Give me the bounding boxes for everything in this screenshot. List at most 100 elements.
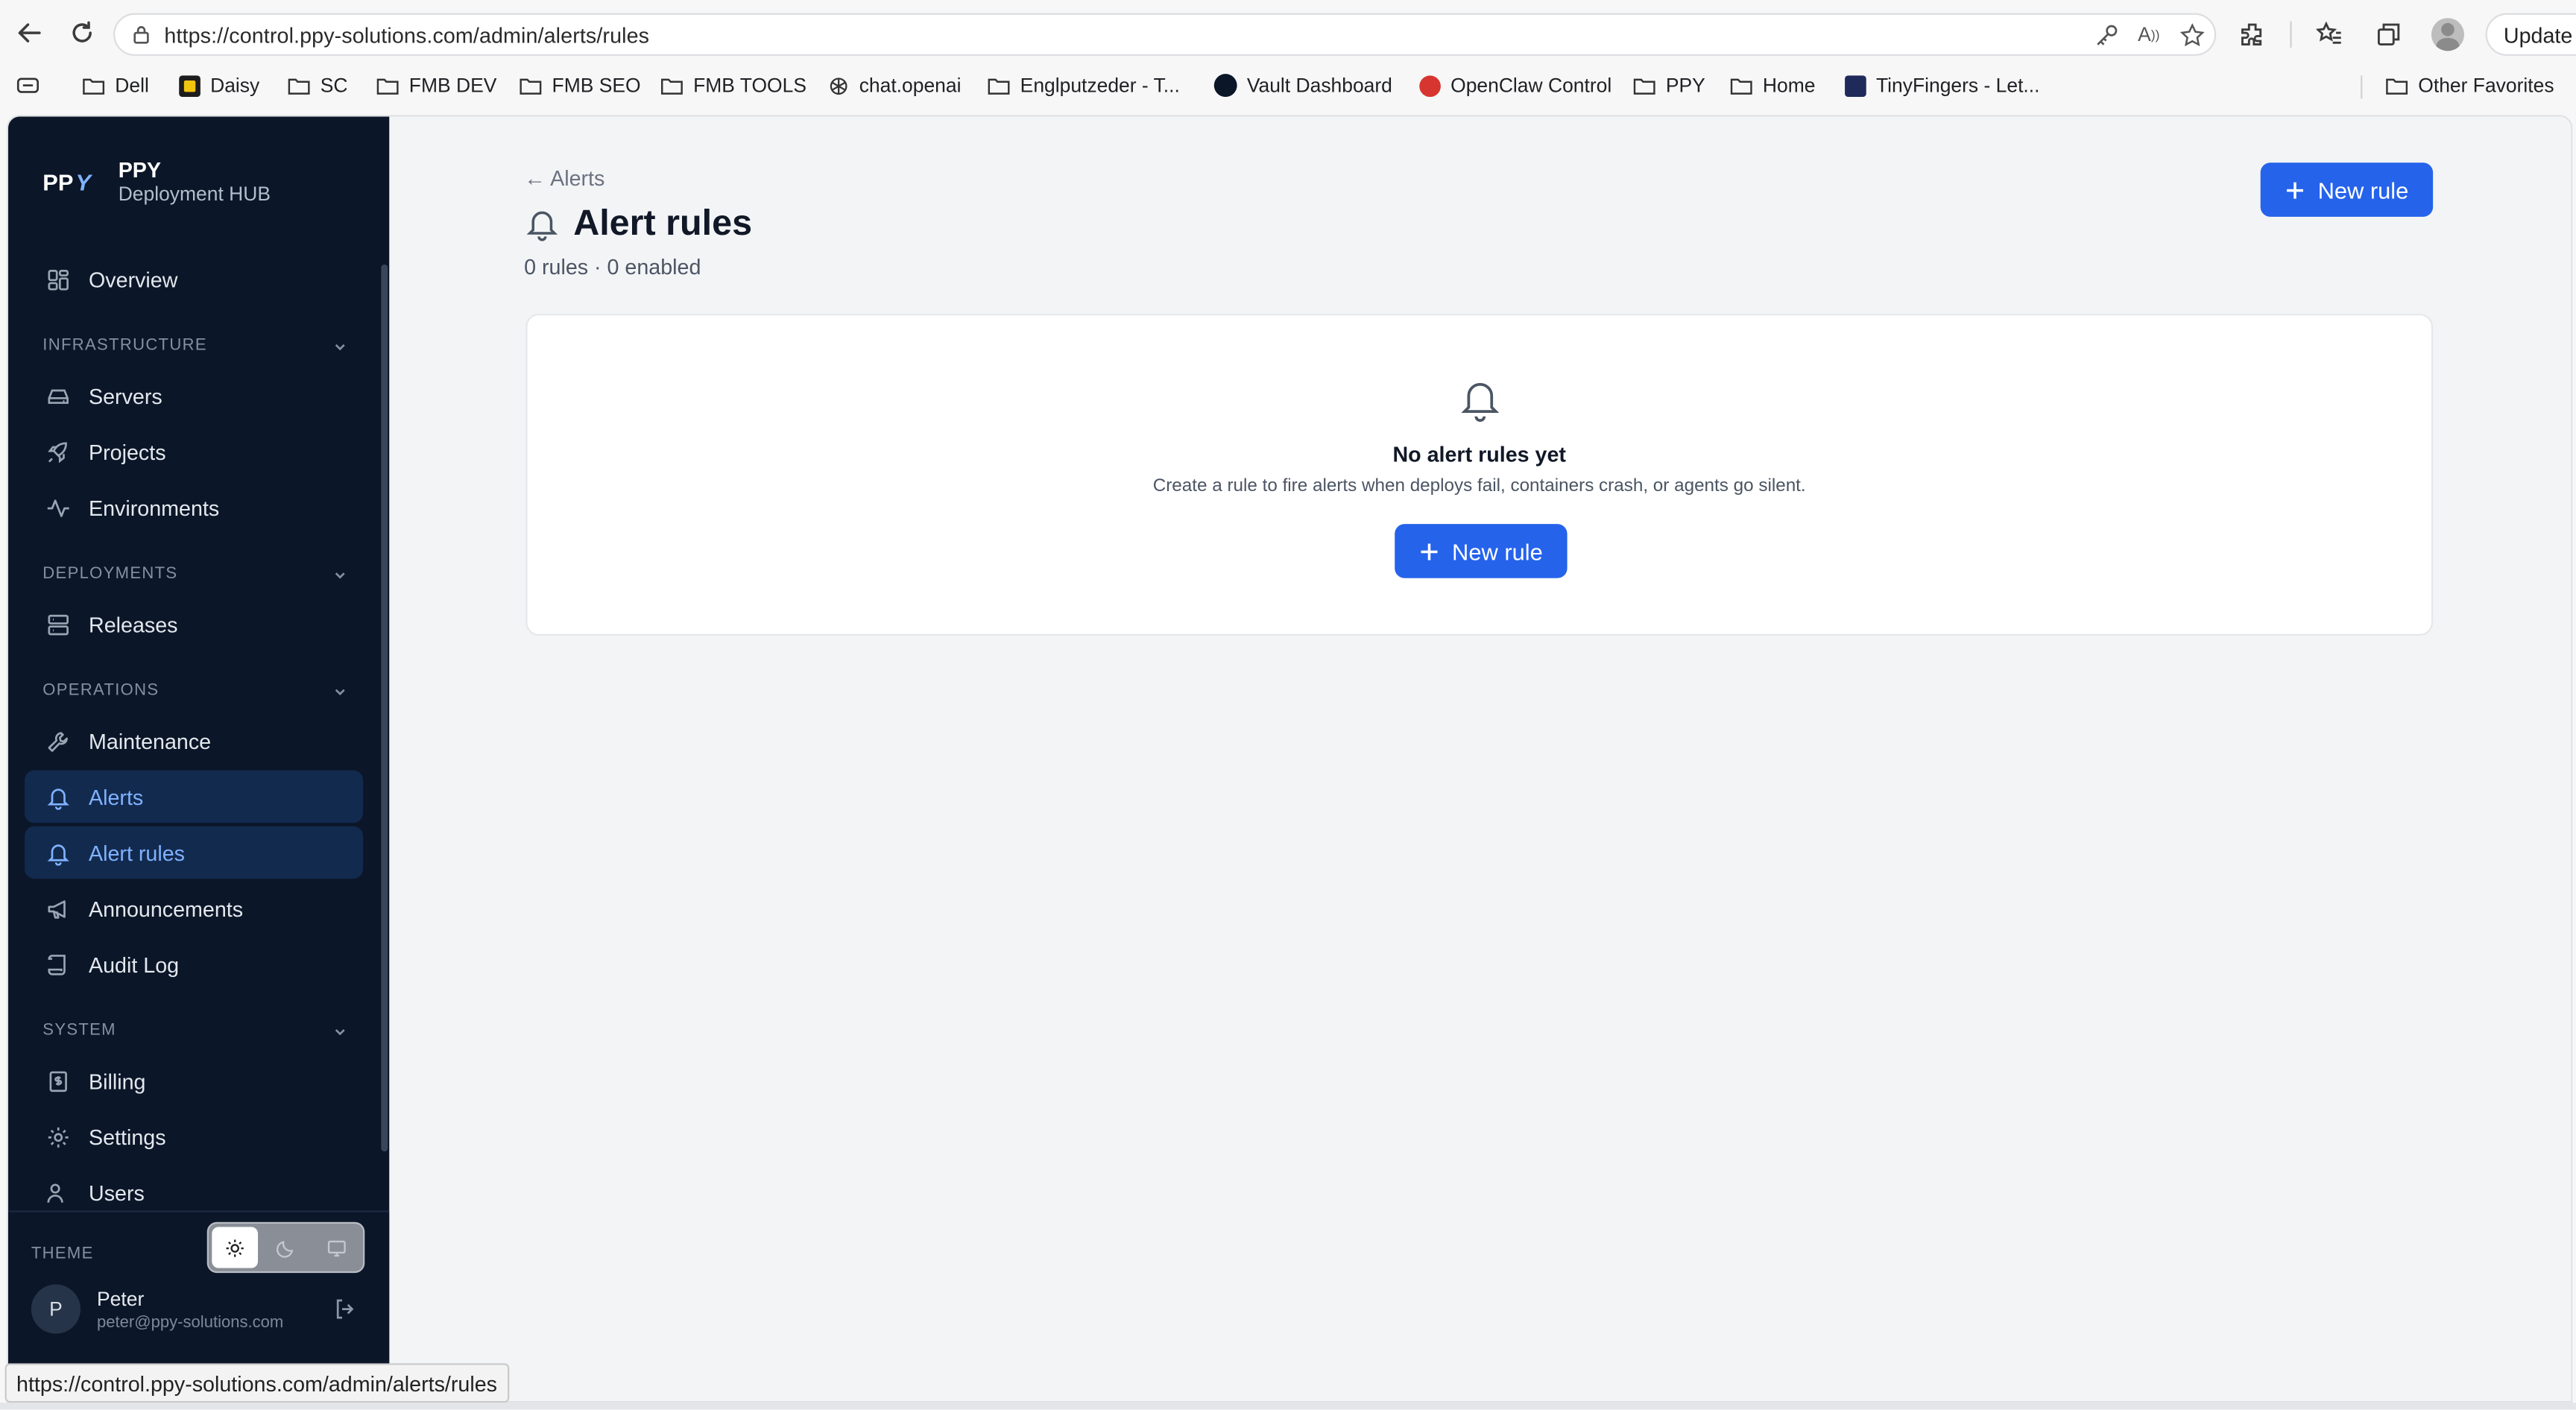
section-operations[interactable]: OPERATIONS — [42, 682, 348, 700]
key-icon[interactable] — [2093, 22, 2119, 48]
bookmark-item[interactable]: Vault Dashboard — [1213, 74, 1392, 98]
folder-icon — [2385, 74, 2408, 97]
bell-icon — [524, 206, 560, 241]
sidebar-item-releases[interactable]: Releases — [25, 598, 363, 651]
section-infrastructure[interactable]: INFRASTRUCTURE — [42, 337, 348, 355]
sidebar-item-announcements[interactable]: Announcements — [25, 882, 363, 935]
bookmark-item[interactable]: Home — [1730, 74, 1815, 97]
openclaw-favicon — [1418, 74, 1441, 97]
update-button[interactable]: Update ··· — [2485, 13, 2576, 56]
section-label: INFRASTRUCTURE — [42, 336, 207, 355]
sidebar-item-overview[interactable]: Overview — [25, 253, 363, 306]
svg-text:PP: PP — [42, 170, 73, 196]
new-rule-label: New rule — [1452, 537, 1543, 565]
toolbar-divider — [2290, 21, 2292, 48]
empty-state-card: No alert rules yet Create a rule to fire… — [525, 313, 2434, 636]
theme-label: THEME — [31, 1245, 94, 1263]
bookmark-item[interactable]: FMB TOOLS — [660, 74, 806, 97]
new-rule-button[interactable]: New rule — [2260, 162, 2434, 217]
bookmark-label: FMB TOOLS — [693, 74, 806, 98]
folder-icon — [1730, 74, 1753, 97]
star-icon[interactable] — [2179, 22, 2205, 48]
app-window: PP Y PPY Deployment HUB Overview INFRAST… — [6, 115, 2573, 1403]
activity-icon — [45, 494, 71, 520]
bookmark-item[interactable]: OpenClaw Control — [1418, 74, 1611, 97]
bookmark-item[interactable]: SC — [288, 74, 348, 97]
sidebar-item-label: Environments — [89, 495, 220, 520]
sidebar-item-servers[interactable]: Servers — [25, 370, 363, 423]
chevron-down-icon — [332, 1022, 348, 1039]
section-system[interactable]: SYSTEM — [42, 1022, 348, 1040]
sidebar-item-maintenance[interactable]: Maintenance — [25, 715, 363, 768]
sidebar-item-label: Servers — [89, 383, 162, 408]
openai-favicon — [827, 74, 850, 97]
sidebar-item-alert-rules[interactable]: Alert rules — [25, 826, 364, 879]
url-text[interactable]: https://control.ppy-solutions.com/admin/… — [164, 22, 649, 47]
sidebar-item-label: Settings — [89, 1124, 166, 1149]
back-arrow-icon[interactable] — [10, 13, 49, 53]
sidebar-item-label: Announcements — [89, 896, 244, 921]
sidebar-item-projects[interactable]: Projects — [25, 426, 363, 478]
reload-icon[interactable] — [63, 13, 102, 53]
collections-icon[interactable] — [2367, 13, 2410, 56]
sidebar-item-label: Users — [89, 1180, 145, 1205]
folder-icon — [1633, 74, 1656, 97]
daisy-favicon — [177, 74, 201, 97]
sun-icon[interactable] — [212, 1227, 259, 1268]
bookmark-item[interactable]: FMB DEV — [376, 74, 496, 97]
bookmark-item[interactable]: Englputzeder - T... — [988, 74, 1180, 97]
bookmark-item[interactable]: PPY — [1633, 74, 1705, 97]
rules-count: 0 rules · 0 enabled — [524, 254, 701, 279]
avatar[interactable]: P — [31, 1284, 80, 1334]
bookmark-label: OpenClaw Control — [1450, 74, 1612, 98]
profile-avatar[interactable] — [2426, 13, 2469, 56]
users-icon — [45, 1179, 71, 1205]
bookmark-item[interactable]: TinyFingers - Let... — [1843, 74, 2039, 97]
bookmark-item[interactable]: Daisy — [177, 74, 259, 97]
sidebar-scrollbar[interactable] — [381, 264, 388, 1152]
moon-icon[interactable] — [263, 1227, 309, 1268]
bookmark-item[interactable]: chat.openai — [827, 74, 961, 97]
tinyfingers-favicon — [1843, 74, 1866, 97]
read-aloud-icon[interactable]: A)) — [2135, 22, 2162, 48]
grid-icon — [45, 266, 71, 292]
chevron-down-icon — [332, 566, 348, 582]
megaphone-icon — [45, 895, 71, 921]
brand-subtitle: Deployment HUB — [118, 182, 271, 206]
folder-icon — [376, 74, 400, 97]
favorites-icon[interactable] — [2308, 13, 2351, 56]
logout-icon[interactable] — [333, 1297, 356, 1321]
folder-icon — [519, 74, 542, 97]
brand[interactable]: PP Y PPY Deployment HUB — [42, 158, 271, 207]
section-deployments[interactable]: DEPLOYMENTS — [42, 565, 348, 583]
sidebar-item-label: Alerts — [89, 784, 144, 809]
chevron-down-icon — [332, 338, 348, 354]
folder-icon — [288, 74, 311, 97]
sidebar-item-environments[interactable]: Environments — [25, 481, 363, 534]
bookmark-item[interactable]: Dell — [82, 74, 149, 97]
monitor-icon[interactable] — [314, 1227, 360, 1268]
update-label: Update — [2503, 22, 2573, 47]
sidebar-item-settings[interactable]: Settings — [25, 1110, 363, 1163]
back-to-alerts-link[interactable]: ← Alerts — [524, 166, 604, 191]
sidebar-item-audit-log[interactable]: Audit Log — [25, 938, 363, 990]
other-favorites[interactable]: Other Favorites — [2385, 74, 2554, 97]
sidebar-item-label: Audit Log — [89, 952, 180, 977]
bookmark-label: Daisy — [210, 74, 260, 98]
sidebar-item-alerts[interactable]: Alerts — [25, 770, 364, 823]
empty-state-description: Create a rule to fire alerts when deploy… — [1152, 476, 1806, 496]
empty-new-rule-button[interactable]: New rule — [1395, 524, 1568, 578]
reading-list-icon[interactable] — [16, 74, 40, 97]
address-bar[interactable]: https://control.ppy-solutions.com/admin/… — [113, 13, 2217, 56]
bookmark-item[interactable]: FMB SEO — [519, 74, 641, 97]
page-header: Alert rules — [524, 202, 752, 244]
gear-icon — [45, 1124, 71, 1150]
section-label: DEPLOYMENTS — [42, 565, 178, 584]
sidebar-item-billing[interactable]: Billing — [25, 1055, 363, 1107]
plus-icon — [2285, 180, 2304, 199]
browser-toolbar: https://control.ppy-solutions.com/admin/… — [0, 0, 2576, 66]
lock-icon[interactable] — [131, 25, 151, 44]
extensions-icon[interactable] — [2231, 13, 2273, 56]
chevron-down-icon — [332, 683, 348, 699]
svg-text:Y: Y — [75, 170, 92, 196]
